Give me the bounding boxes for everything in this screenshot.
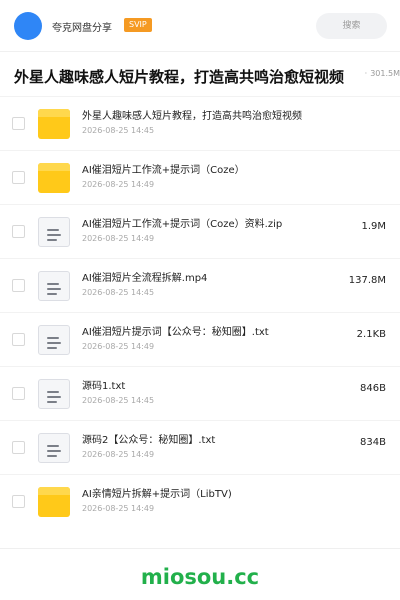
file-row[interactable]: 源码1.txt 2026-08-25 14:45 846B bbox=[0, 366, 400, 420]
row-checkbox[interactable] bbox=[12, 225, 25, 238]
file-date: 2026-08-25 14:45 bbox=[82, 396, 155, 405]
share-meta: · 301.5M bbox=[351, 69, 400, 78]
row-checkbox[interactable] bbox=[12, 495, 25, 508]
file-row[interactable]: AI催泪短片工作流+提示词（Coze）资料.zip 2026-08-25 14:4… bbox=[0, 204, 400, 258]
file-name: AI催泪短片工作流+提示词（Coze）资料.zip bbox=[82, 219, 283, 230]
file-size: 1.9M bbox=[361, 221, 386, 232]
meta-dot: · bbox=[364, 69, 368, 78]
row-checkbox[interactable] bbox=[12, 387, 25, 400]
file-row[interactable]: 源码2【公众号：秘知圈】.txt 2026-08-25 14:49 834B bbox=[0, 420, 400, 474]
footer: miosou.cc bbox=[0, 548, 400, 600]
file-name: AI亲情短片拆解+提示词（LibTV) bbox=[82, 489, 232, 500]
file-icon bbox=[38, 217, 70, 247]
file-date: 2026-08-25 14:49 bbox=[82, 450, 155, 459]
file-date: 2026-08-25 14:49 bbox=[82, 180, 155, 189]
row-checkbox[interactable] bbox=[12, 333, 25, 346]
file-date: 2026-08-25 14:45 bbox=[82, 126, 155, 135]
file-icon-line bbox=[47, 391, 59, 393]
file-icon-line bbox=[47, 396, 61, 398]
file-size: 834B bbox=[360, 437, 386, 448]
file-list: 外星人趣味感人短片教程，打造高共鸣治愈短视频 2026-08-25 14:45 AI… bbox=[0, 96, 400, 528]
file-icon-line bbox=[47, 450, 61, 452]
file-icon-line bbox=[47, 445, 59, 447]
svip-badge: SVIP bbox=[124, 18, 152, 32]
search-input[interactable]: 搜索 bbox=[316, 13, 387, 39]
file-icon-line bbox=[47, 283, 59, 285]
row-checkbox[interactable] bbox=[12, 117, 25, 130]
file-row[interactable]: AI催泪短片全流程拆解.mp4 2026-08-25 14:45 137.8M bbox=[0, 258, 400, 312]
file-size: 2.1KB bbox=[356, 329, 386, 340]
file-icon-line bbox=[47, 401, 57, 403]
file-row[interactable]: 外星人趣味感人短片教程，打造高共鸣治愈短视频 2026-08-25 14:45 bbox=[0, 96, 400, 150]
file-name: 源码2【公众号：秘知圈】.txt bbox=[82, 435, 216, 446]
row-checkbox[interactable] bbox=[12, 441, 25, 454]
top-bar: 夸克网盘分享 SVIP 搜索 bbox=[0, 0, 400, 52]
file-date: 2026-08-25 14:49 bbox=[82, 504, 155, 513]
file-size: 846B bbox=[360, 383, 386, 394]
folder-icon bbox=[38, 109, 70, 139]
file-icon bbox=[38, 379, 70, 409]
row-checkbox[interactable] bbox=[12, 171, 25, 184]
watermark: miosou.cc bbox=[140, 565, 260, 589]
file-icon-line bbox=[47, 342, 61, 344]
file-date: 2026-08-25 14:49 bbox=[82, 234, 155, 243]
file-icon-line bbox=[47, 293, 57, 295]
file-icon bbox=[38, 271, 70, 301]
file-row[interactable]: AI催泪短片工作流+提示词（Coze） 2026-08-25 14:49 bbox=[0, 150, 400, 204]
file-icon bbox=[38, 325, 70, 355]
file-name: 外星人趣味感人短片教程，打造高共鸣治愈短视频 bbox=[82, 111, 302, 122]
file-icon-line bbox=[47, 337, 59, 339]
file-name: 源码1.txt bbox=[82, 381, 126, 392]
file-row[interactable]: AI催泪短片提示词【公众号：秘知圈】.txt 2026-08-25 14:49 2.… bbox=[0, 312, 400, 366]
folder-icon bbox=[38, 163, 70, 193]
share-title-row: 外星人趣味感人短片教程，打造高共鸣治愈短视频 · 301.5M bbox=[0, 52, 400, 98]
file-icon-line bbox=[47, 347, 57, 349]
row-checkbox[interactable] bbox=[12, 279, 25, 292]
file-icon-line bbox=[47, 229, 59, 231]
file-name: AI催泪短片全流程拆解.mp4 bbox=[82, 273, 208, 284]
share-total-size: 301.5M bbox=[370, 69, 400, 78]
file-name: AI催泪短片提示词【公众号：秘知圈】.txt bbox=[82, 327, 269, 338]
page-title: 外星人趣味感人短片教程，打造高共鸣治愈短视频 bbox=[14, 68, 345, 86]
folder-icon bbox=[38, 487, 70, 517]
file-icon bbox=[38, 433, 70, 463]
username: 夸克网盘分享 bbox=[52, 23, 112, 34]
file-size: 137.8M bbox=[348, 275, 386, 286]
file-date: 2026-08-25 14:45 bbox=[82, 288, 155, 297]
file-icon-line bbox=[47, 288, 61, 290]
file-name: AI催泪短片工作流+提示词（Coze） bbox=[82, 165, 245, 176]
file-row[interactable]: AI亲情短片拆解+提示词（LibTV) 2026-08-25 14:49 bbox=[0, 474, 400, 528]
file-icon-line bbox=[47, 234, 61, 236]
file-date: 2026-08-25 14:49 bbox=[82, 342, 155, 351]
file-icon-line bbox=[47, 239, 57, 241]
file-icon-line bbox=[47, 455, 57, 457]
avatar[interactable] bbox=[14, 12, 42, 40]
